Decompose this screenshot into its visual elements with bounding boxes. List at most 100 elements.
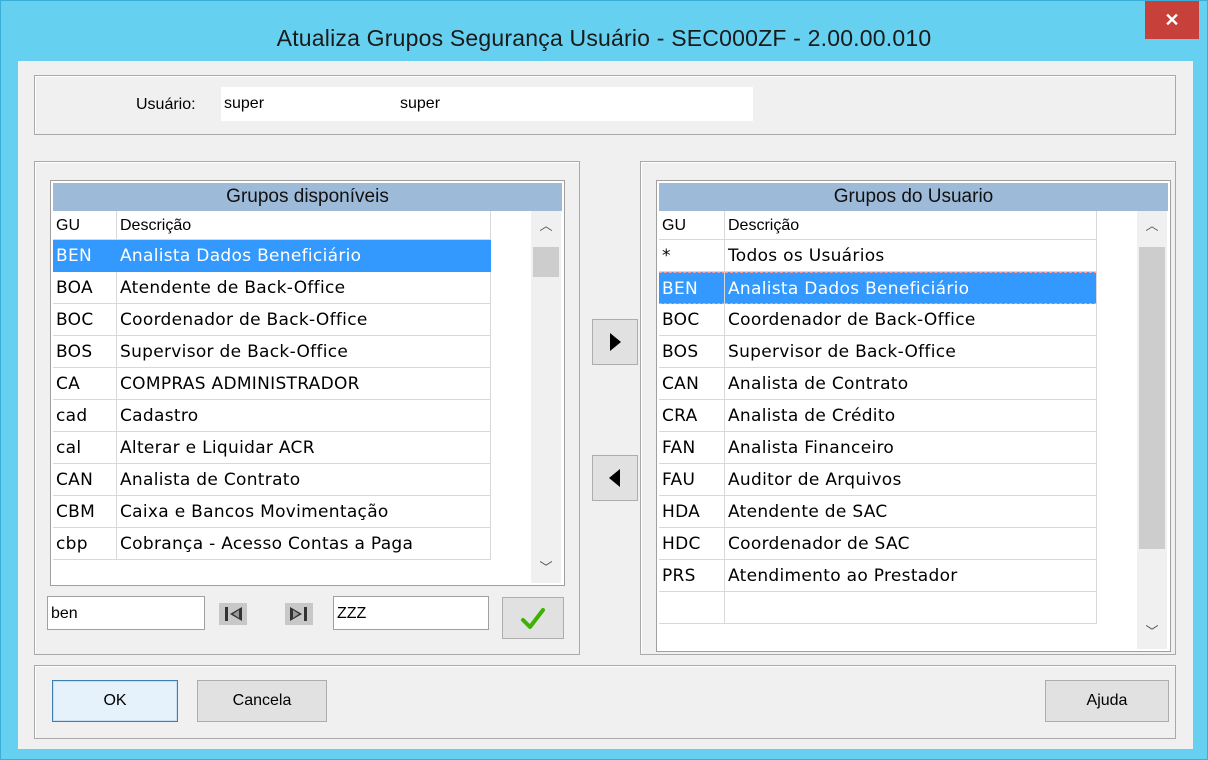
col-desc-header[interactable]: Descrição — [117, 211, 491, 240]
user-groupbox: Usuário: super super — [34, 75, 1176, 135]
scroll-up-icon[interactable]: ︿ — [531, 213, 561, 241]
description-cell: Cobrança - Acesso Contas a Paga — [117, 528, 491, 560]
table-row[interactable]: FAU Auditor de Arquivos — [659, 464, 1138, 496]
gu-cell — [659, 592, 725, 624]
gu-cell: FAN — [659, 432, 725, 464]
user-code-field[interactable]: super — [221, 87, 399, 121]
available-groups-panel: Grupos disponíveis GU Descrição BEN Anali… — [50, 180, 565, 586]
user-name-field[interactable]: super — [397, 87, 753, 121]
description-cell: Caixa e Bancos Movimentação — [117, 496, 491, 528]
table-row[interactable]: HDA Atendente de SAC — [659, 496, 1138, 528]
user-groups-header: Grupos do Usuario — [659, 183, 1168, 211]
description-cell: Analista de Crédito — [725, 400, 1097, 432]
cancel-button[interactable]: Cancela — [197, 680, 327, 722]
skip-first-icon — [219, 603, 247, 625]
table-row[interactable]: cad Cadastro — [53, 400, 532, 432]
description-cell: Coordenador de SAC — [725, 528, 1097, 560]
dialog-window: Atualiza Grupos Segurança Usuário - SEC0… — [0, 0, 1208, 760]
table-row[interactable]: BOA Atendente de Back-Office — [53, 272, 532, 304]
description-cell: Atendente de Back-Office — [117, 272, 491, 304]
gu-cell: BOC — [53, 304, 117, 336]
user-groups-panel: Grupos do Usuario GU Descrição * Todos os… — [656, 180, 1171, 652]
table-row[interactable]: BEN Analista Dados Beneficiário — [53, 240, 532, 272]
user-groups-scrollbar[interactable]: ︿ ﹀ — [1137, 211, 1167, 649]
table-row[interactable]: HDC Coordenador de SAC — [659, 528, 1138, 560]
table-row[interactable]: BOC Coordenador de Back-Office — [659, 304, 1138, 336]
available-groups-grid[interactable]: GU Descrição BEN Analista Dados Beneficiá… — [53, 211, 532, 583]
table-row[interactable]: * Todos os Usuários — [659, 240, 1138, 272]
table-row[interactable]: BOC Coordenador de Back-Office — [53, 304, 532, 336]
description-cell: Todos os Usuários — [725, 240, 1097, 272]
last-record-button[interactable] — [281, 599, 317, 629]
gu-cell: * — [659, 240, 725, 272]
description-cell: Alterar e Liquidar ACR — [117, 432, 491, 464]
table-row[interactable]: FAN Analista Financeiro — [659, 432, 1138, 464]
description-cell: Analista de Contrato — [117, 464, 491, 496]
action-buttons-bar: OK Cancela Ajuda — [34, 665, 1176, 739]
available-groups-header: Grupos disponíveis — [53, 183, 562, 211]
scroll-down-icon[interactable]: ﹀ — [531, 555, 561, 583]
description-cell: Atendente de SAC — [725, 496, 1097, 528]
gu-cell: cbp — [53, 528, 117, 560]
filter-start-input[interactable]: ben — [47, 596, 205, 630]
table-row[interactable]: CA COMPRAS ADMINISTRADOR — [53, 368, 532, 400]
description-cell: Analista de Contrato — [725, 368, 1097, 400]
apply-filter-button[interactable] — [502, 597, 564, 639]
gu-cell: HDA — [659, 496, 725, 528]
description-cell: Analista Dados Beneficiário — [117, 240, 491, 272]
arrow-left-icon — [609, 469, 620, 487]
table-row[interactable]: cbp Cobrança - Acesso Contas a Paga — [53, 528, 532, 560]
skip-last-icon — [285, 603, 313, 625]
add-group-button[interactable] — [592, 319, 638, 365]
available-groups-scrollbar[interactable]: ︿ ﹀ — [531, 211, 561, 583]
description-cell: Atendimento ao Prestador — [725, 560, 1097, 592]
help-button[interactable]: Ajuda — [1045, 680, 1169, 722]
gu-cell: BOA — [53, 272, 117, 304]
description-cell: Coordenador de Back-Office — [725, 304, 1097, 336]
gu-cell: cad — [53, 400, 117, 432]
gu-cell: CBM — [53, 496, 117, 528]
table-row[interactable]: cal Alterar e Liquidar ACR — [53, 432, 532, 464]
description-cell — [725, 592, 1097, 624]
user-groups-groupbox: Grupos do Usuario GU Descrição * Todos os… — [640, 161, 1176, 655]
table-row[interactable]: CBM Caixa e Bancos Movimentação — [53, 496, 532, 528]
first-record-button[interactable] — [215, 599, 251, 629]
gu-cell: BEN — [53, 240, 117, 272]
gu-cell: BOS — [659, 336, 725, 368]
gu-cell: CAN — [53, 464, 117, 496]
col-desc-header[interactable]: Descrição — [725, 211, 1097, 240]
scroll-thumb[interactable] — [1139, 247, 1165, 549]
col-gu-header[interactable]: GU — [53, 211, 117, 240]
gu-cell: CRA — [659, 400, 725, 432]
user-label: Usuário: — [136, 96, 196, 113]
checkmark-icon — [521, 608, 545, 629]
table-row[interactable]: BOS Supervisor de Back-Office — [53, 336, 532, 368]
table-row[interactable]: PRS Atendimento ao Prestador — [659, 560, 1138, 592]
table-row[interactable]: BEN Analista Dados Beneficiário — [659, 272, 1138, 304]
table-row[interactable]: CAN Analista de Contrato — [659, 368, 1138, 400]
scroll-down-icon[interactable]: ﹀ — [1137, 619, 1167, 647]
gu-cell: BOC — [659, 304, 725, 336]
gu-cell: HDC — [659, 528, 725, 560]
filter-end-input[interactable]: ZZZ — [333, 596, 489, 630]
description-cell: Auditor de Arquivos — [725, 464, 1097, 496]
table-row[interactable] — [659, 592, 1138, 624]
window-title: Atualiza Grupos Segurança Usuário - SEC0… — [276, 25, 932, 51]
gu-cell: CAN — [659, 368, 725, 400]
close-icon: ✕ — [1164, 10, 1180, 30]
gu-cell: CA — [53, 368, 117, 400]
scroll-thumb[interactable] — [533, 247, 559, 277]
table-row[interactable]: CAN Analista de Contrato — [53, 464, 532, 496]
ok-button[interactable]: OK — [52, 680, 178, 722]
description-cell: COMPRAS ADMINISTRADOR — [117, 368, 491, 400]
remove-group-button[interactable] — [592, 455, 638, 501]
scroll-up-icon[interactable]: ︿ — [1137, 213, 1167, 241]
close-button[interactable]: ✕ — [1145, 1, 1199, 39]
col-gu-header[interactable]: GU — [659, 211, 725, 240]
gu-cell: PRS — [659, 560, 725, 592]
table-row[interactable]: CRA Analista de Crédito — [659, 400, 1138, 432]
user-groups-grid[interactable]: GU Descrição * Todos os Usuários BEN Analis… — [659, 211, 1138, 649]
dialog-client-area: Usuário: super super Grupos disponíveis … — [18, 61, 1193, 749]
gu-cell: BOS — [53, 336, 117, 368]
table-row[interactable]: BOS Supervisor de Back-Office — [659, 336, 1138, 368]
